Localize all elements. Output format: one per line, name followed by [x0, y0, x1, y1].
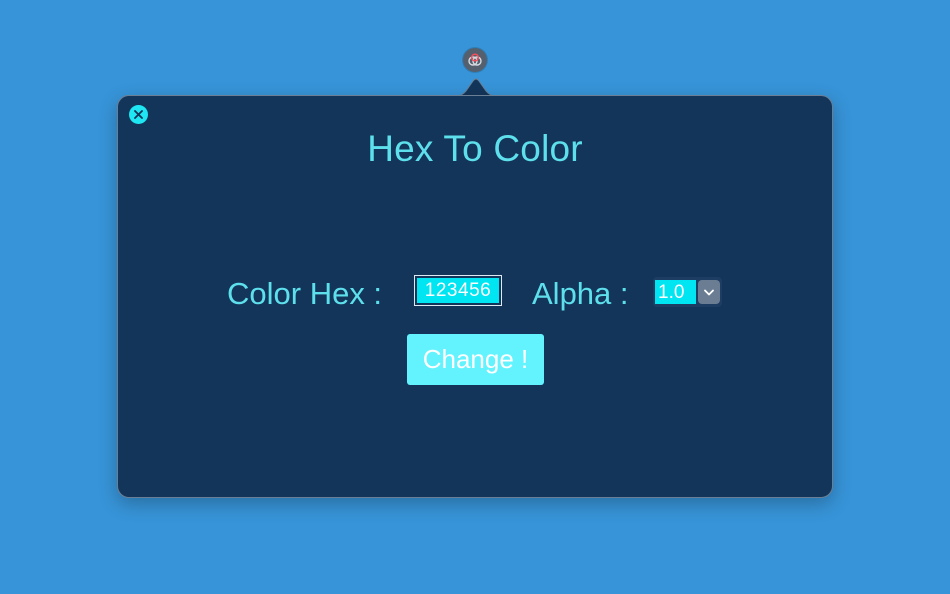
- color-hex-field-frame: [414, 275, 502, 306]
- alpha-dropdown-button[interactable]: [698, 280, 720, 304]
- hex-to-color-popover: Hex To Color Color Hex : Alpha : 1.0 Cha…: [117, 95, 833, 498]
- desktop: Hex To Color Color Hex : Alpha : 1.0 Cha…: [0, 0, 950, 594]
- alpha-select[interactable]: 1.0: [653, 277, 722, 307]
- page-title: Hex To Color: [367, 128, 583, 169]
- color-hex-input[interactable]: [417, 278, 499, 303]
- alpha-selected-value: 1.0: [655, 280, 697, 304]
- alpha-label: Alpha :: [532, 276, 629, 311]
- popover-arrow: [456, 78, 496, 97]
- change-button[interactable]: Change !: [407, 334, 544, 385]
- close-button[interactable]: [129, 105, 148, 124]
- close-icon: [134, 110, 143, 119]
- linked-circles-icon: [468, 53, 482, 66]
- menu-bar-status-item[interactable]: [463, 48, 487, 72]
- form-row: Color Hex : Alpha : 1.0: [118, 274, 832, 314]
- color-hex-label: Color Hex :: [227, 276, 383, 311]
- chevron-down-icon: [704, 289, 715, 295]
